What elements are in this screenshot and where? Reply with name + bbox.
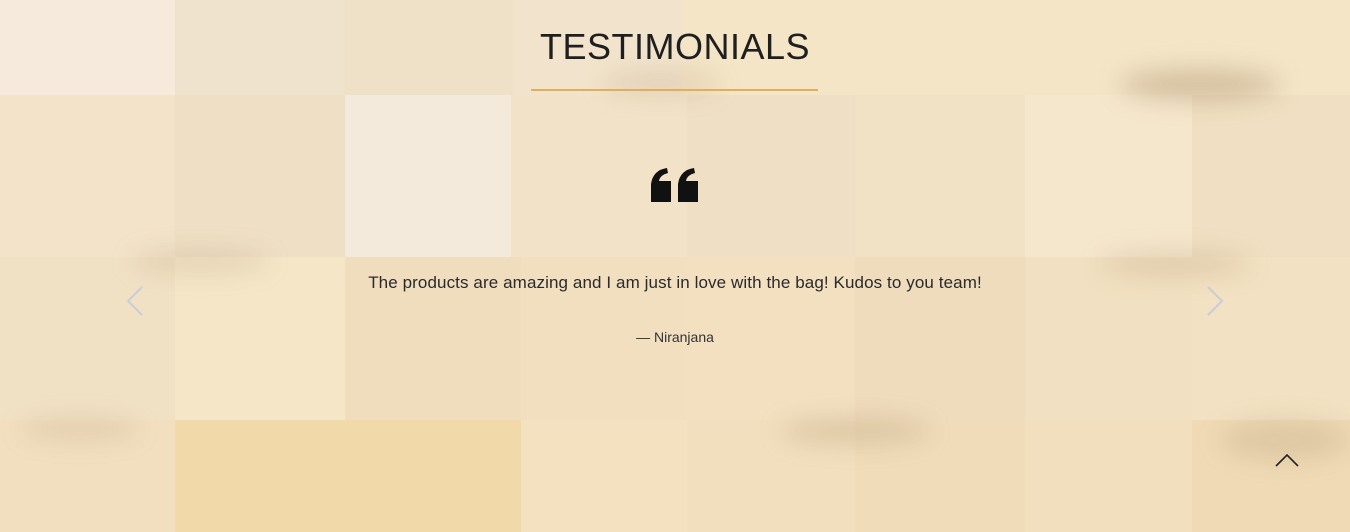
tiled-background xyxy=(0,0,1350,532)
section-title: TESTIMONIALS xyxy=(539,26,811,67)
testimonials-section: TESTIMONIALS The products are amazing an… xyxy=(0,0,1350,532)
testimonial-quote: The products are amazing and I am just i… xyxy=(368,273,982,292)
title-underline xyxy=(531,89,818,91)
chevron-right-icon xyxy=(1207,286,1224,316)
quote-mark-icon xyxy=(651,168,698,202)
next-slide-button[interactable] xyxy=(1204,285,1226,317)
testimonial-author: — Niranjana xyxy=(636,329,714,345)
chevron-left-icon xyxy=(126,286,143,316)
back-to-top-button[interactable] xyxy=(1273,446,1301,474)
chevron-up-icon xyxy=(1275,453,1299,467)
previous-slide-button[interactable] xyxy=(124,285,146,317)
